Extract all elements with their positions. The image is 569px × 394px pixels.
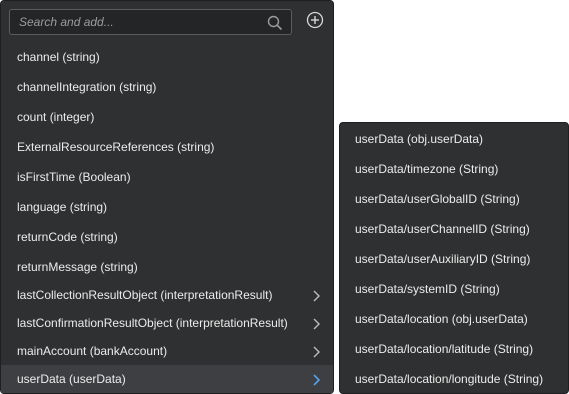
submenu-item-label: userData/location (obj.userData): [355, 312, 528, 326]
user-data-submenu: userData (obj.userData) userData/timezon…: [339, 122, 569, 394]
list-item-label: returnCode (string): [17, 230, 118, 244]
chevron-right-icon[interactable]: [311, 290, 321, 302]
list-item-channel[interactable]: channel (string): [1, 42, 333, 72]
chevron-right-icon[interactable]: [311, 374, 321, 386]
list-item-last-confirmation-result-object[interactable]: lastConfirmationResultObject (interpreta…: [1, 309, 333, 337]
chevron-right-icon[interactable]: [311, 346, 321, 358]
list-item-return-message[interactable]: returnMessage (string): [1, 252, 333, 282]
submenu-item-system-id[interactable]: userData/systemID (String): [340, 274, 568, 304]
submenu-item-location-latitude[interactable]: userData/location/latitude (String): [340, 334, 568, 364]
list-item-label: lastCollectionResultObject (interpretati…: [17, 288, 273, 302]
submenu-item-label: userData/userAuxiliaryID (String): [355, 252, 531, 266]
list-item-is-first-time[interactable]: isFirstTime (Boolean): [1, 162, 333, 192]
list-item-language[interactable]: language (string): [1, 192, 333, 222]
list-item-main-account[interactable]: mainAccount (bankAccount): [1, 337, 333, 365]
chevron-right-icon[interactable]: [311, 318, 321, 330]
list-item-label: mainAccount (bankAccount): [17, 344, 168, 358]
variable-picker-panel: channel (string) channelIntegration (str…: [0, 0, 334, 394]
list-item-external-resource-references[interactable]: ExternalResourceReferences (string): [1, 132, 333, 162]
list-item-label: userData (userData): [17, 372, 126, 386]
submenu-item-label: userData/userChannelID (String): [355, 222, 530, 236]
submenu-item-user-auxiliary-id[interactable]: userData/userAuxiliaryID (String): [340, 244, 568, 274]
list-item-label: language (string): [17, 200, 108, 214]
submenu-item-user-data[interactable]: userData (obj.userData): [340, 124, 568, 154]
list-item-label: channel (string): [17, 50, 100, 64]
submenu-item-label: userData/timezone (String): [355, 162, 499, 176]
submenu-item-location[interactable]: userData/location (obj.userData): [340, 304, 568, 334]
submenu-item-label: userData/systemID (String): [355, 282, 500, 296]
list-item-label: channelIntegration (string): [17, 80, 157, 94]
submenu-item-timezone[interactable]: userData/timezone (String): [340, 154, 568, 184]
search-input[interactable]: [10, 15, 259, 29]
list-item-channel-integration[interactable]: channelIntegration (string): [1, 72, 333, 102]
search-icon[interactable]: [267, 15, 283, 31]
list-item-label: isFirstTime (Boolean): [17, 170, 131, 184]
submenu-item-label: userData/location/latitude (String): [355, 342, 534, 356]
search-box[interactable]: [9, 9, 292, 35]
list-item-label: lastConfirmationResultObject (interpreta…: [17, 316, 288, 330]
submenu-item-location-longitude[interactable]: userData/location/longitude (String): [340, 364, 568, 394]
list-item-label: count (integer): [17, 110, 95, 124]
add-icon[interactable]: [306, 11, 324, 29]
list-item-label: returnMessage (string): [17, 260, 138, 274]
submenu-item-label: userData/userGlobalID (String): [355, 192, 520, 206]
list-item-last-collection-result-object[interactable]: lastCollectionResultObject (interpretati…: [1, 281, 333, 309]
list-item-return-code[interactable]: returnCode (string): [1, 222, 333, 252]
list-item-user-data[interactable]: userData (userData): [1, 365, 333, 393]
list-item-count[interactable]: count (integer): [1, 102, 333, 132]
submenu-item-label: userData (obj.userData): [355, 132, 484, 146]
list-item-label: ExternalResourceReferences (string): [17, 140, 215, 154]
submenu-item-user-channel-id[interactable]: userData/userChannelID (String): [340, 214, 568, 244]
submenu-item-user-global-id[interactable]: userData/userGlobalID (String): [340, 184, 568, 214]
submenu-item-label: userData/location/longitude (String): [355, 372, 544, 386]
